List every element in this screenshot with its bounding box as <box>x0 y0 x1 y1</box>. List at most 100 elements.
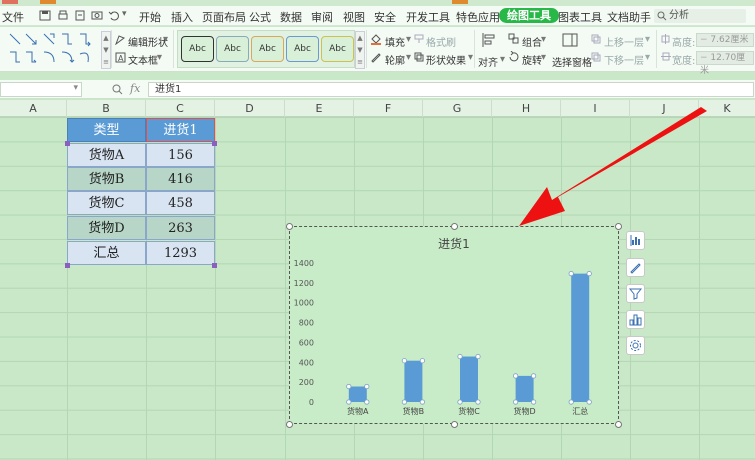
menu-item-data[interactable]: 数据 <box>280 9 302 25</box>
table-header-purchase[interactable]: 进货1 <box>146 118 215 142</box>
bar[interactable] <box>348 386 367 402</box>
bar-selection-handle[interactable] <box>346 383 352 390</box>
table-cell-value[interactable]: 416 <box>146 167 215 191</box>
bar[interactable] <box>460 356 478 402</box>
resize-handle-se[interactable] <box>615 421 622 428</box>
width-field[interactable]: − 12.70厘米 <box>696 51 754 76</box>
column-header-d[interactable]: D <box>215 100 285 117</box>
bar-selection-handle[interactable] <box>586 271 592 277</box>
fill-button[interactable]: 填充 <box>385 34 405 49</box>
column-header-a[interactable]: A <box>0 100 67 117</box>
zoom-formula-icon[interactable] <box>112 84 123 95</box>
chevron-down-icon[interactable]: ▾ <box>645 34 650 45</box>
chart-style-button[interactable] <box>626 258 645 277</box>
resize-handle-s[interactable] <box>451 421 458 428</box>
shape-style-preset[interactable]: Abc <box>216 36 249 62</box>
resize-handle-n[interactable] <box>451 223 458 230</box>
bring-forward-button[interactable]: 上移一层 <box>604 34 644 49</box>
chart-type-button[interactable] <box>626 310 645 329</box>
menu-item-review[interactable]: 审阅 <box>311 9 333 25</box>
chart-settings-button[interactable] <box>626 336 645 355</box>
bar-selection-handle[interactable] <box>531 373 537 379</box>
selection-pane-button[interactable]: 选择窗格 <box>552 54 592 69</box>
style-gallery-scroll[interactable]: ▲ ▼ ≡ <box>355 31 365 69</box>
shape-style-preset[interactable]: Abc <box>321 36 354 62</box>
shape-style-preset[interactable]: Abc <box>286 36 319 62</box>
bar-chart[interactable]: 进货1 0200400600800100012001400 货物A 货物B 货物C 货… <box>290 227 618 423</box>
table-cell-type[interactable]: 汇总 <box>67 241 146 265</box>
bar-series[interactable] <box>346 271 592 405</box>
group-button[interactable]: 组合 <box>522 34 542 49</box>
search-box[interactable]: 分析 <box>654 9 746 23</box>
gallery-scroll[interactable]: ▲ ▼ ≡ <box>101 31 111 69</box>
table-cell-value[interactable]: 263 <box>146 216 215 240</box>
shape-style-preset[interactable]: Abc <box>251 36 284 62</box>
chevron-down-icon[interactable]: ▾ <box>157 52 162 63</box>
chart-object[interactable]: 进货1 0 200 400 600 800 1000 1200 1400 货物A 货物B 货物C 货… <box>289 226 619 424</box>
chevron-down-icon[interactable]: ▾ <box>406 34 411 45</box>
height-field[interactable]: − 7.62厘米 <box>696 33 754 47</box>
table-cell-value[interactable]: 1293 <box>146 241 215 265</box>
menu-item-formula[interactable]: 公式 <box>249 9 271 25</box>
menu-item-page-layout[interactable]: 页面布局 <box>202 9 246 25</box>
table-cell-type[interactable]: 货物C <box>67 191 146 215</box>
chevron-down-icon[interactable]: ▾ <box>73 83 78 93</box>
bar[interactable] <box>404 360 423 402</box>
column-header-f[interactable]: F <box>354 100 423 117</box>
outline-button[interactable]: 轮廓 <box>385 52 405 67</box>
menu-item-special[interactable]: 特色应用 <box>456 9 500 25</box>
tab-doc-assistant[interactable]: 文档助手 <box>607 9 651 25</box>
chevron-down-icon[interactable]: ▾ <box>468 52 473 63</box>
bar[interactable] <box>515 375 534 402</box>
name-box[interactable]: ▾ <box>0 82 82 97</box>
save-icon[interactable] <box>39 10 51 21</box>
chart-elements-button[interactable] <box>626 231 645 250</box>
resize-handle-sw[interactable] <box>286 421 293 428</box>
bar-selection-handle[interactable] <box>475 399 481 405</box>
bar-selection-handle[interactable] <box>364 383 370 390</box>
menu-file[interactable]: 文件 <box>2 9 24 25</box>
range-handle[interactable] <box>65 263 70 268</box>
tab-chart-tools[interactable]: 图表工具 <box>558 9 602 25</box>
chart-filter-button[interactable] <box>626 284 645 303</box>
bar-selection-handle[interactable] <box>419 358 425 364</box>
line-shapes-gallery[interactable] <box>8 32 98 66</box>
chevron-down-icon[interactable]: ▾ <box>406 52 411 63</box>
text-box-button[interactable]: 文本框 <box>128 52 158 67</box>
range-handle[interactable] <box>212 263 217 268</box>
menu-item-view[interactable]: 视图 <box>343 9 365 25</box>
bar-selection-handle[interactable] <box>513 399 519 405</box>
quick-access-more-icon[interactable]: ▾ <box>122 9 127 19</box>
chevron-down-icon[interactable]: ▾ <box>541 52 546 63</box>
table-cell-type[interactable]: 货物B <box>67 167 146 191</box>
table-cell-type[interactable]: 货物D <box>67 216 146 240</box>
menu-item-developer[interactable]: 开发工具 <box>406 9 450 25</box>
bar-selection-handle[interactable] <box>586 399 592 405</box>
bar-selection-handle[interactable] <box>457 399 463 405</box>
rotate-button[interactable]: 旋转 <box>522 52 542 67</box>
chevron-down-icon[interactable]: ▾ <box>645 52 650 63</box>
bar[interactable] <box>571 273 590 402</box>
undo-icon[interactable] <box>108 10 120 21</box>
bar-selection-handle[interactable] <box>346 399 352 405</box>
print-icon[interactable] <box>57 10 69 21</box>
bar-selection-handle[interactable] <box>513 373 519 379</box>
formula-input[interactable]: 进货1 <box>148 82 754 97</box>
bar-selection-handle[interactable] <box>531 399 537 405</box>
range-handle[interactable] <box>212 141 217 146</box>
column-header-g[interactable]: G <box>423 100 492 117</box>
chevron-down-icon[interactable]: ▾ <box>163 34 168 45</box>
tab-drawing-tools[interactable]: 绘图工具 <box>499 8 559 23</box>
preview-icon[interactable] <box>91 10 103 21</box>
menu-item-home[interactable]: 开始 <box>139 9 161 25</box>
export-icon[interactable] <box>74 10 86 21</box>
bar-selection-handle[interactable] <box>475 353 481 360</box>
bar-selection-handle[interactable] <box>568 271 574 277</box>
table-header-type[interactable]: 类型 <box>67 118 146 142</box>
column-header-e[interactable]: E <box>285 100 354 117</box>
resize-handle-nw[interactable] <box>286 223 293 230</box>
bar-selection-handle[interactable] <box>457 353 463 360</box>
chart-title[interactable]: 进货1 <box>438 236 470 251</box>
shape-style-preset[interactable]: Abc <box>181 36 214 62</box>
send-backward-button[interactable]: 下移一层 <box>604 52 644 67</box>
